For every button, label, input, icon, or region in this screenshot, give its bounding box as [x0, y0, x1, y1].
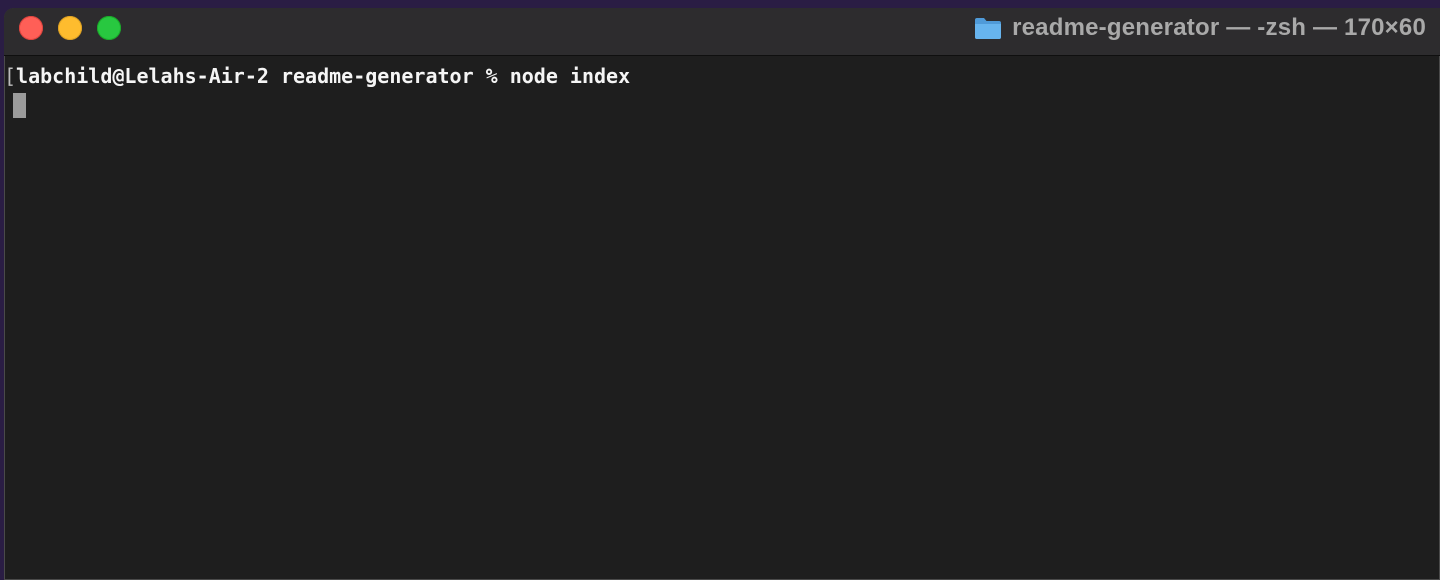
- zoom-button[interactable]: [97, 16, 121, 40]
- command-line-text: labchild@Lelahs-Air-2 readme-generator %…: [16, 64, 631, 88]
- minimize-button[interactable]: [58, 16, 82, 40]
- folder-icon: [974, 16, 1002, 40]
- terminal-output[interactable]: [labchild@Lelahs-Air-2 readme-generator …: [4, 56, 1440, 580]
- cursor-line: [4, 90, 1440, 118]
- line-mark-bracket: [: [4, 64, 17, 88]
- title-bar[interactable]: readme-generator — -zsh — 170×60: [4, 8, 1440, 56]
- window-title: readme-generator — -zsh — 170×60: [1012, 14, 1426, 41]
- terminal-line: [labchild@Lelahs-Air-2 readme-generator …: [4, 62, 1440, 90]
- window-title-group: readme-generator — -zsh — 170×60: [974, 8, 1426, 48]
- terminal-window: readme-generator — -zsh — 170×60 [labchi…: [4, 8, 1440, 580]
- text-cursor: [13, 93, 26, 118]
- close-button[interactable]: [19, 16, 43, 40]
